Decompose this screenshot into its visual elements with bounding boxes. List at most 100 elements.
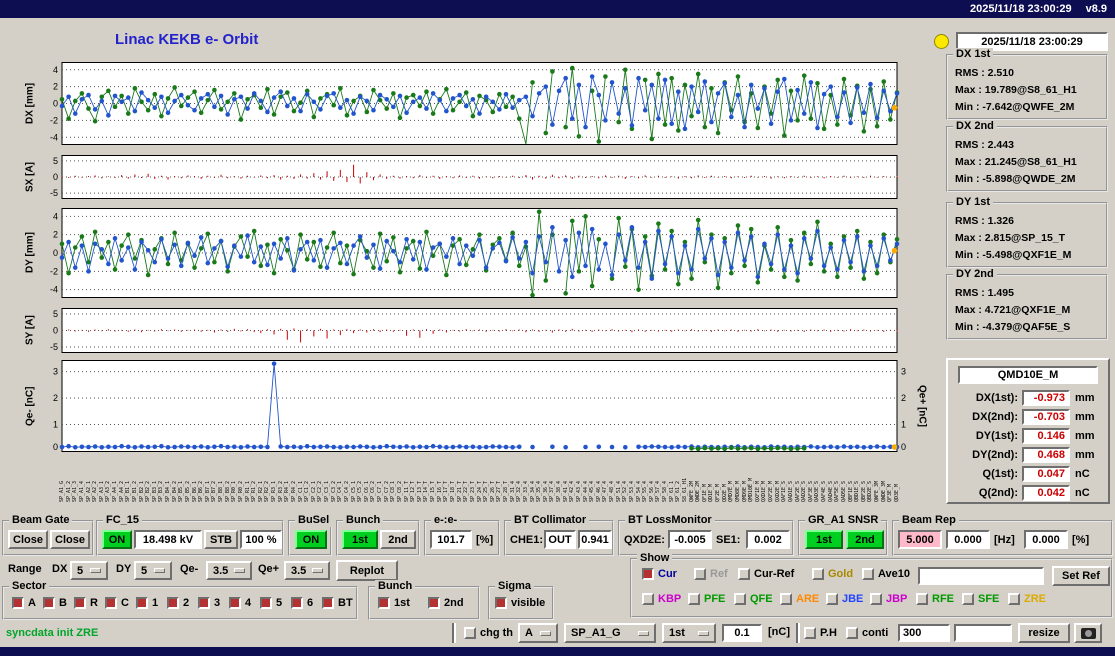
checkbox-bt[interactable]: BT [322,597,353,609]
svg-text:-2: -2 [50,115,58,125]
checkbox-indicator [1008,593,1020,605]
bpm-axis-label: SP_44_4 [582,480,589,502]
beam-gate-close-2-button[interactable]: Close [50,530,90,549]
beam-rep-pct-unit: [%] [1072,533,1090,546]
bpm-axis-label: SP_B7_2 [211,480,218,502]
checkbox-4[interactable]: 4 [229,597,251,609]
bpm-axis-label: QF1E_M [701,483,708,502]
checkbox-c[interactable]: C [105,597,129,609]
checkbox-a[interactable]: A [12,597,36,609]
sector-select[interactable]: A [518,623,558,643]
range-dx-select[interactable]: 5 [70,561,108,580]
range-qem-select[interactable]: 3.5 [206,561,252,580]
checkbox-5[interactable]: 5 [260,597,282,609]
checkbox-rfe[interactable]: RFE [916,593,954,605]
dy-orbit-plot: 4 2 0 -2 -4 [40,208,912,298]
checkbox-ref[interactable]: Ref [694,568,728,580]
bpm-axis-label: QAF3E_S [807,480,814,502]
bpm-axis-label: SP_C7_1 [377,480,384,502]
bpm-axis-label: SP_R4_2 [290,480,297,502]
checkbox-cur[interactable]: Cur [642,568,677,580]
checkbox-r[interactable]: R [74,597,98,609]
checkbox-qfe[interactable]: QFE [734,593,773,605]
checkbox-sfe[interactable]: SFE [962,593,999,605]
bpm-axis-label: SP_B4_1 [165,480,172,502]
conti-checkbox[interactable]: conti [846,627,888,639]
checkbox-label: JBE [842,593,864,605]
bpm-axis-label: SP_18_T [449,480,456,502]
checkbox-are[interactable]: ARE [780,593,819,605]
qxd2e-label: QXD2E: [624,533,665,546]
bpm-axis-label: SP_33_4 [522,480,529,502]
bpm-axis-label: QBD1E_S [854,480,861,502]
bpm-axis-label: QAD5E_S [840,480,847,502]
interval-input[interactable]: 300 [898,624,950,642]
threshold-input[interactable]: 0.1 [722,624,762,642]
screenshot-button[interactable] [1074,623,1102,643]
range-qep-select[interactable]: 3.5 [284,561,330,580]
bpm-axis-label: SP_C1_2 [304,480,311,502]
bt-lossmonitor-title: BT LossMonitor [625,514,715,527]
checkbox-2[interactable]: 2 [167,597,189,609]
bpm-axis-label: SP_A1_4 [78,480,85,502]
checkbox-visible[interactable]: visible [495,597,545,609]
checkbox-2nd[interactable]: 2nd [428,597,464,609]
checkbox-1st[interactable]: 1st [378,597,410,609]
checkbox-label: 1st [394,597,410,609]
qmd-value: -0.973 [1022,389,1070,406]
ph-checkbox[interactable]: P.H [804,627,837,639]
gr-a1-2nd-button[interactable]: 2nd [846,530,884,549]
checkbox-gold[interactable]: Gold [812,568,853,580]
bpm-axis-label: SP_C4_2 [343,480,350,502]
beam-gate-close-1-button[interactable]: Close [8,530,48,549]
checkbox-label: Cur [658,568,677,580]
qmd-row: Q(2nd): 0.042 nC [948,483,1108,502]
bpm-axis-label: SP_C5_1 [350,480,357,502]
checkbox-ave10[interactable]: Ave10 [862,568,910,580]
bpm-axis-label: SP_55_4 [642,480,649,502]
bpm-axis-label: SP_B1_1 [125,480,132,502]
checkbox-indicator [642,593,654,605]
che1-state-display: OUT [544,530,576,549]
bpm-axis-label: SP_27_T [496,480,503,502]
bpm-axis-label: SP_51_4 [615,480,622,502]
checkbox-kbp[interactable]: KBP [642,593,681,605]
bunch-2nd-button[interactable]: 2nd [380,530,416,549]
bpm-axis-label: SP_C6_1 [363,480,370,502]
checkbox-indicator [780,593,792,605]
set-ref-input[interactable] [918,567,1044,585]
qmd-unit: mm [1075,391,1095,404]
checkbox-indicator [428,597,440,609]
range-dy-select[interactable]: 5 [134,561,172,580]
checkbox-jbp[interactable]: JBP [870,593,907,605]
resize-button[interactable]: resize [1018,623,1070,643]
set-ref-button[interactable]: Set Ref [1052,566,1110,586]
checkbox-label: 6 [307,597,314,609]
checkbox-jbe[interactable]: JBE [826,593,863,605]
chg-th-checkbox[interactable]: chg th [464,627,513,639]
bpm-axis-label: SP_47_4 [602,480,609,502]
checkbox-1[interactable]: 1 [136,597,158,609]
busel-on-button[interactable]: ON [295,530,327,549]
replot-button[interactable]: Replot [336,560,398,581]
checkbox-zre[interactable]: ZRE [1008,593,1046,605]
checkbox-pfe[interactable]: PFE [688,593,725,605]
bunch-select-dropdown[interactable]: 1st [662,623,716,643]
bunch-1st-button[interactable]: 1st [342,530,378,549]
bpm-select[interactable]: SP_A1_G [564,623,656,643]
fc15-stb-button[interactable]: STB [204,530,238,549]
range-dx-label: DX [52,563,68,575]
checkbox-indicator [862,568,874,580]
busel-group: BuSel ON [288,514,333,556]
checkbox-b[interactable]: B [43,597,67,609]
gr-a1-1st-button[interactable]: 1st [805,530,843,549]
bpm-axis-label: SP_41_4 [562,480,569,502]
blank-input[interactable] [954,624,1012,642]
checkbox-3[interactable]: 3 [198,597,220,609]
checkbox-label: A [28,597,36,609]
bpm-axis-label: QMD8E_M [734,480,741,502]
checkbox-cur-ref[interactable]: Cur-Ref [738,568,794,580]
svg-text:2: 2 [901,393,906,403]
checkbox-6[interactable]: 6 [291,597,313,609]
fc15-on-button[interactable]: ON [102,530,132,549]
